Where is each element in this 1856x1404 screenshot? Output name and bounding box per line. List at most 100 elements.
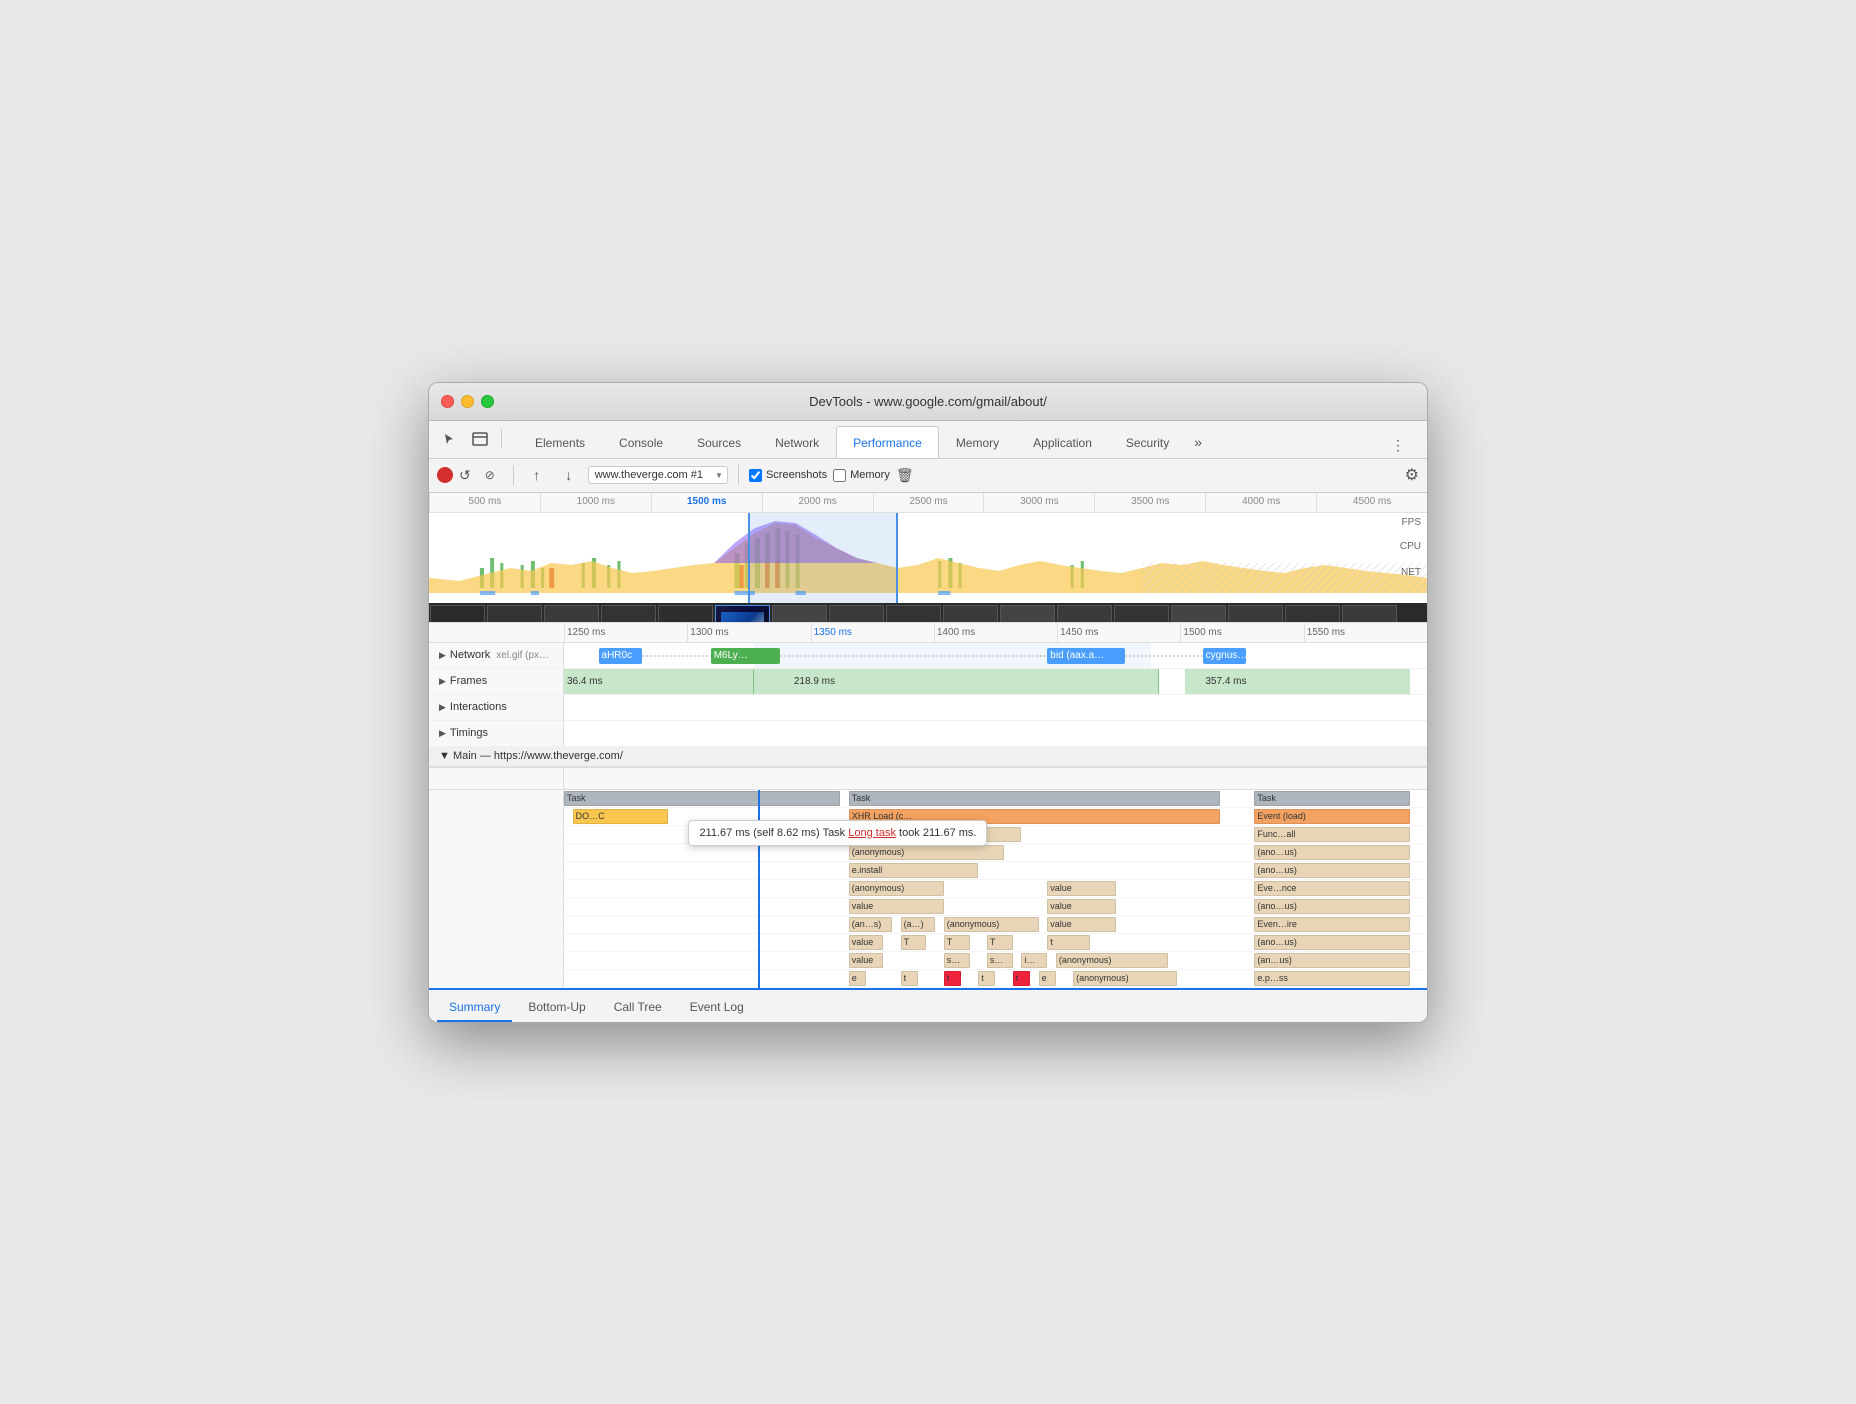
network-bar-3[interactable]: bid (aax.a… (1047, 648, 1125, 664)
reload-button[interactable]: ↺ (459, 467, 471, 484)
cursor-icon[interactable] (437, 426, 463, 452)
flame-block-t1[interactable]: T (901, 935, 927, 950)
flame-block-value-6[interactable]: value (849, 953, 884, 968)
network-sublabel: xel.gif (px… (496, 650, 549, 661)
flame-block-i1[interactable]: i… (1021, 953, 1047, 968)
frames-expand-icon[interactable]: ▶ (439, 676, 446, 687)
flame-block-funcall[interactable]: Func…all (1254, 827, 1409, 842)
flame-block-e2[interactable]: e (1039, 971, 1056, 986)
tab-performance[interactable]: Performance (836, 426, 939, 458)
network-expand-icon[interactable]: ▶ (439, 650, 446, 661)
frame-thumb (658, 605, 713, 623)
minimize-button[interactable] (461, 395, 474, 408)
download-button[interactable]: ↓ (556, 462, 582, 488)
menu-button[interactable]: ⋮ (1385, 432, 1411, 458)
network-row: ▶ Network xel.gif (px… aHR0c M6Ly… bid (… (429, 643, 1427, 669)
memory-checkbox[interactable] (833, 469, 846, 482)
flame-block-t3[interactable]: T (987, 935, 1013, 950)
flame-block-t4[interactable]: t (1047, 935, 1090, 950)
frame-thumb (601, 605, 656, 623)
interactions-row-label[interactable]: ▶ Interactions (429, 695, 564, 720)
flame-block-install[interactable]: e.install (849, 863, 978, 878)
close-button[interactable] (441, 395, 454, 408)
tab-summary[interactable]: Summary (437, 994, 512, 1022)
upload-button[interactable]: ↑ (524, 462, 550, 488)
flame-block-value-2[interactable]: value (849, 899, 944, 914)
screenshots-checkbox-group[interactable]: Screenshots (749, 469, 827, 482)
record-button[interactable] (437, 467, 453, 483)
network-bar-4[interactable]: cygnus… (1203, 648, 1246, 664)
url-select[interactable]: www.theverge.com #1 ▼ (588, 466, 728, 484)
frame-bar-1[interactable]: 36.4 ms (564, 669, 754, 694)
tab-sources[interactable]: Sources (680, 426, 758, 458)
flame-block-doc[interactable]: DO…C (573, 809, 668, 824)
interactions-expand-icon[interactable]: ▶ (439, 702, 446, 713)
more-tabs-button[interactable]: » (1186, 426, 1210, 458)
flame-block-value-5[interactable]: value (849, 935, 884, 950)
network-row-label[interactable]: ▶ Network xel.gif (px… (429, 643, 564, 668)
tab-event-log[interactable]: Event Log (678, 994, 756, 1022)
flame-block-t5[interactable]: t (901, 971, 918, 986)
flame-block-anon-7[interactable]: (ano…us) (1254, 935, 1409, 950)
flame-block-event-load[interactable]: Event (load) (1254, 809, 1409, 824)
tab-application[interactable]: Application (1016, 426, 1109, 458)
flame-block-value-4[interactable]: value (1047, 917, 1116, 932)
flame-block-microtasks[interactable]: Run Microtasks (849, 827, 1022, 842)
tab-network[interactable]: Network (758, 426, 836, 458)
flame-block[interactable]: Task (849, 791, 1220, 806)
flame-block-t6[interactable]: t (978, 971, 995, 986)
tab-memory[interactable]: Memory (939, 426, 1016, 458)
frame-bar-2[interactable]: 218.9 ms (754, 669, 1160, 694)
frame-bar-3[interactable]: 357.4 ms (1185, 669, 1409, 694)
flame-block[interactable]: Task (1254, 791, 1409, 806)
tab-console[interactable]: Console (602, 426, 680, 458)
flame-block-anus[interactable]: (an…us) (1254, 953, 1409, 968)
flame-block[interactable]: Task (564, 791, 840, 806)
flame-block-value-3[interactable]: value (1047, 899, 1116, 914)
network-row-content: aHR0c M6Ly… bid (aax.a… cygnus… (564, 643, 1427, 668)
flame-block-anon-3[interactable]: (ano…us) (1254, 863, 1409, 878)
flame-block-value-1[interactable]: value (1047, 881, 1116, 896)
maximize-button[interactable] (481, 395, 494, 408)
flame-block-anon-2[interactable]: (ano…us) (1254, 845, 1409, 860)
flame-block-a[interactable]: (a…) (901, 917, 936, 932)
clear-button[interactable]: ⊘ (477, 462, 503, 488)
tab-bottom-up[interactable]: Bottom-Up (516, 994, 597, 1022)
tab-security[interactable]: Security (1109, 426, 1186, 458)
network-bar-1[interactable]: aHR0c (599, 648, 642, 664)
flame-block-s1[interactable]: s… (944, 953, 970, 968)
trash-icon[interactable]: 🗑 (896, 467, 914, 484)
flame-block-anon-4[interactable]: (anonymous) (849, 881, 944, 896)
screenshots-checkbox[interactable] (749, 469, 762, 482)
flame-block-t-red2[interactable]: t (1013, 971, 1030, 986)
flame-block-evenire[interactable]: Even…ire (1254, 917, 1409, 932)
cpu-label: CPU (1400, 541, 1421, 552)
frames-row-label[interactable]: ▶ Frames (429, 669, 564, 694)
flame-block-e1[interactable]: e (849, 971, 866, 986)
flame-block-ans[interactable]: (an…s) (849, 917, 892, 932)
flame-block-t-red1[interactable]: t (944, 971, 961, 986)
flame-block-evence[interactable]: Eve…nce (1254, 881, 1409, 896)
memory-checkbox-group[interactable]: Memory (833, 469, 890, 482)
flame-block-xhr[interactable]: XHR Load (c… (849, 809, 1220, 824)
flame-block-anon-6[interactable]: (anonymous) (944, 917, 1039, 932)
tab-elements[interactable]: Elements (518, 426, 602, 458)
window-title: DevTools - www.google.com/gmail/about/ (809, 394, 1047, 409)
flame-block-s2[interactable]: s… (987, 953, 1013, 968)
timings-row-label[interactable]: ▶ Timings (429, 721, 564, 746)
network-bar-2[interactable]: M6Ly… (711, 648, 780, 664)
flame-block-anon-8[interactable]: (anonymous) (1056, 953, 1168, 968)
settings-icon[interactable]: ⚙ (1405, 465, 1419, 485)
flame-block-t2[interactable]: T (944, 935, 970, 950)
timeline-overview[interactable]: 500 ms 1000 ms 1500 ms 2000 ms 2500 ms 3… (429, 493, 1427, 623)
flame-block-epss[interactable]: e.p…ss (1254, 971, 1409, 986)
dock-icon[interactable] (467, 426, 493, 452)
flame-block-anon-1[interactable]: (anonymous) (849, 845, 1004, 860)
flame-block-anon-5[interactable]: (ano…us) (1254, 899, 1409, 914)
timings-expand-icon[interactable]: ▶ (439, 728, 446, 739)
frame-thumb (943, 605, 998, 623)
tab-call-tree[interactable]: Call Tree (602, 994, 674, 1022)
flame-block-anon-9[interactable]: (anonymous) (1073, 971, 1177, 986)
main-section-title[interactable]: ▼ Main — https://www.theverge.com/ (429, 750, 623, 762)
flame-row-1-content: DO…C XHR Load (c… Event (load) (564, 808, 1427, 825)
